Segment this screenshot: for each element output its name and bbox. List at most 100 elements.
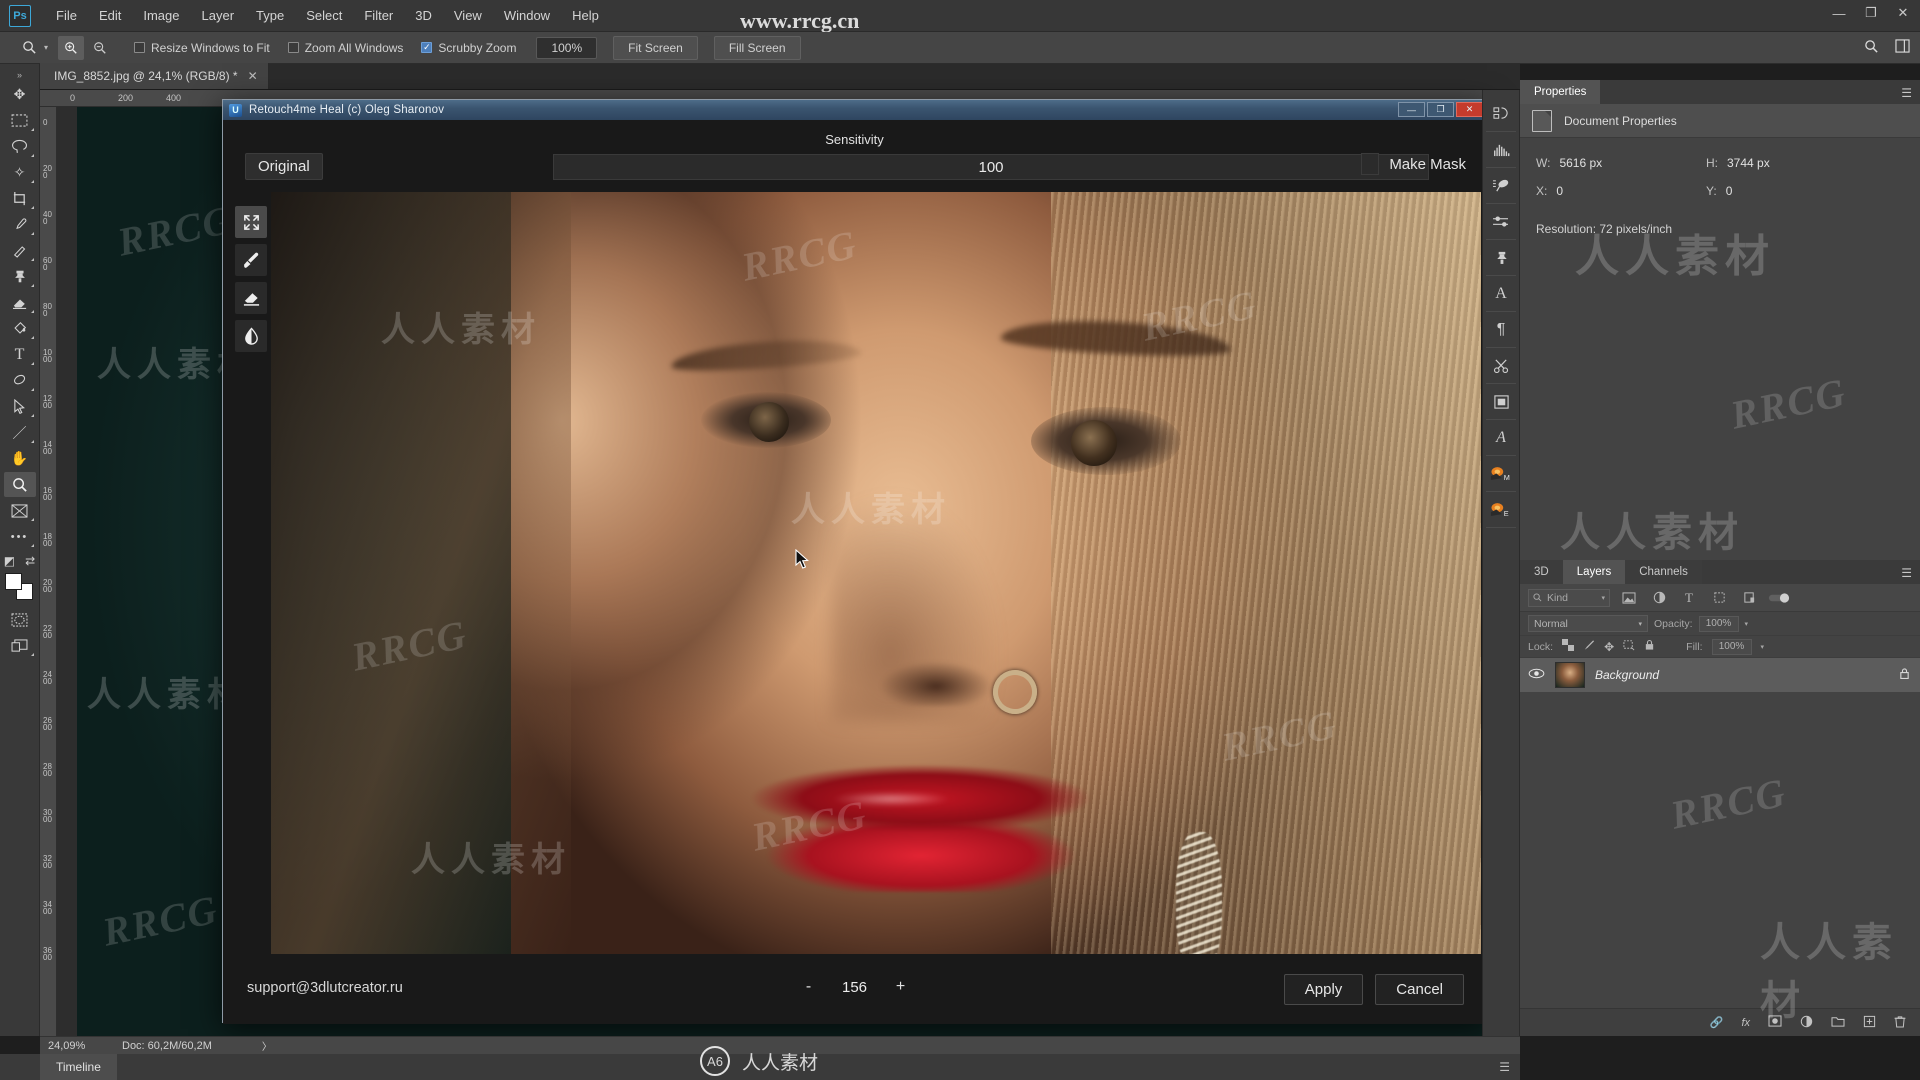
- tool-type[interactable]: T: [4, 342, 36, 367]
- tool-quick-selection[interactable]: ✧: [4, 160, 36, 185]
- zoom-percent-field[interactable]: 100%: [536, 36, 598, 59]
- menu-3d[interactable]: 3D: [404, 4, 443, 27]
- delete-layer-icon[interactable]: [1894, 1015, 1906, 1031]
- status-expand-icon[interactable]: 〉: [212, 1038, 272, 1053]
- support-email[interactable]: support@3dlutcreator.ru: [247, 980, 403, 996]
- search-icon[interactable]: [1864, 39, 1879, 57]
- tab-timeline[interactable]: Timeline: [40, 1054, 117, 1080]
- menu-select[interactable]: Select: [295, 4, 353, 27]
- menu-type[interactable]: Type: [245, 4, 295, 27]
- color-swatches[interactable]: [4, 573, 35, 601]
- cancel-button[interactable]: Cancel: [1375, 974, 1464, 1005]
- height-field[interactable]: H: 3744 px: [1706, 156, 1876, 170]
- menu-image[interactable]: Image: [132, 4, 190, 27]
- collapse-tools-icon[interactable]: »: [17, 68, 22, 82]
- status-zoom-level[interactable]: 24,09%: [40, 1040, 112, 1052]
- preview-image[interactable]: RRCG RRCG 人人素材 人人素材 RRCG RRCG 人人素材 RRCG: [271, 192, 1481, 954]
- layer-kind-filter[interactable]: Kind ▾: [1528, 588, 1610, 607]
- layer-style-icon[interactable]: fx: [1741, 1017, 1750, 1029]
- swap-colors-icon[interactable]: ⇄: [25, 554, 35, 568]
- tool-clone-stamp[interactable]: [4, 264, 36, 289]
- character-icon[interactable]: A: [1486, 276, 1516, 312]
- menu-help[interactable]: Help: [561, 4, 610, 27]
- fit-screen-button[interactable]: Fit Screen: [613, 35, 698, 60]
- histogram-icon[interactable]: [1486, 132, 1516, 168]
- layer-thumbnail[interactable]: [1555, 662, 1585, 688]
- menu-file[interactable]: File: [45, 4, 88, 27]
- dialog-close-button[interactable]: ✕: [1456, 102, 1483, 117]
- status-doc-size[interactable]: Doc: 60,2M/60,2M: [112, 1040, 212, 1052]
- fit-to-screen-tool[interactable]: [235, 206, 267, 238]
- shape-filter-icon[interactable]: [1708, 589, 1730, 607]
- make-mask-checkbox[interactable]: [1361, 153, 1380, 175]
- original-button[interactable]: Original: [245, 153, 323, 180]
- sensitivity-slider[interactable]: 100: [553, 154, 1429, 180]
- resize-windows-to-fit-checkbox[interactable]: Resize Windows to Fit: [134, 41, 270, 55]
- tool-rectangular-marquee[interactable]: [4, 108, 36, 133]
- layer-row[interactable]: Background: [1520, 658, 1920, 692]
- tool-move[interactable]: ✥: [4, 82, 36, 107]
- decrement-button[interactable]: -: [801, 978, 817, 996]
- default-colors-icon[interactable]: ◩: [4, 554, 15, 568]
- history-icon[interactable]: [1486, 96, 1516, 132]
- brush-settings-icon[interactable]: [1486, 168, 1516, 204]
- y-field[interactable]: Y: 0: [1706, 184, 1876, 198]
- layer-visibility-icon[interactable]: [1528, 666, 1545, 684]
- lock-image-icon[interactable]: [1583, 639, 1595, 654]
- tool-spot-healing-brush[interactable]: [4, 238, 36, 263]
- measure-m-icon[interactable]: M: [1486, 456, 1516, 492]
- tool-hand[interactable]: ✋: [4, 446, 36, 471]
- type-filter-icon[interactable]: T: [1678, 589, 1700, 607]
- fill-chevron-down-icon[interactable]: ▾: [1761, 643, 1765, 651]
- panel-menu-icon[interactable]: ☰: [1901, 566, 1912, 580]
- clone-source-icon[interactable]: [1486, 240, 1516, 276]
- tool-artboard[interactable]: [4, 498, 36, 523]
- tool-line-shape[interactable]: ／: [4, 420, 36, 445]
- close-icon[interactable]: ✕: [248, 69, 258, 83]
- chevron-down-icon[interactable]: ▾: [1601, 594, 1605, 602]
- filter-toggle-icon[interactable]: [1768, 589, 1790, 607]
- dialog-maximize-button[interactable]: ❐: [1427, 102, 1454, 117]
- tool-eraser[interactable]: [4, 290, 36, 315]
- workspace-icon[interactable]: [1895, 39, 1910, 56]
- panel-menu-icon[interactable]: ☰: [1499, 1060, 1510, 1074]
- tab-channels[interactable]: Channels: [1625, 560, 1702, 584]
- menu-view[interactable]: View: [443, 4, 493, 27]
- fill-value[interactable]: 100%: [1711, 638, 1752, 655]
- new-group-icon[interactable]: [1831, 1015, 1845, 1030]
- make-mask-control[interactable]: Make Mask: [1361, 153, 1466, 175]
- brush-tool[interactable]: [235, 244, 267, 276]
- tool-path-selection[interactable]: [4, 394, 36, 419]
- width-field[interactable]: W: 5616 px: [1536, 156, 1706, 170]
- adjustment-layer-icon[interactable]: [1800, 1015, 1813, 1031]
- menu-edit[interactable]: Edit: [88, 4, 132, 27]
- tool-preset-chevron-down-icon[interactable]: ▾: [44, 43, 48, 52]
- menu-layer[interactable]: Layer: [191, 4, 246, 27]
- tool-zoom[interactable]: [3, 472, 36, 497]
- measure-e-icon[interactable]: E: [1486, 492, 1516, 528]
- tool-more[interactable]: •••: [4, 524, 36, 549]
- apply-button[interactable]: Apply: [1283, 974, 1364, 1005]
- scissors-icon[interactable]: [1486, 348, 1516, 384]
- library-icon[interactable]: [1486, 384, 1516, 420]
- contrast-tool[interactable]: [235, 320, 267, 352]
- tab-3d[interactable]: 3D: [1520, 560, 1563, 584]
- tool-eyedropper[interactable]: [4, 212, 36, 237]
- new-layer-icon[interactable]: [1863, 1015, 1876, 1031]
- lock-transparent-icon[interactable]: [1562, 639, 1575, 654]
- zoom-in-button[interactable]: [58, 35, 85, 60]
- fill-screen-button[interactable]: Fill Screen: [713, 35, 801, 60]
- zoom-tool-icon[interactable]: [16, 36, 42, 60]
- tool-gradient-paint-bucket[interactable]: [4, 316, 36, 341]
- tool-crop[interactable]: [4, 186, 36, 211]
- document-tab[interactable]: IMG_8852.jpg @ 24,1% (RGB/8) * ✕: [40, 63, 269, 89]
- panel-menu-icon[interactable]: ☰: [1901, 86, 1912, 100]
- opacity-value[interactable]: 100%: [1698, 615, 1739, 632]
- tool-pen[interactable]: [4, 368, 36, 393]
- increment-button[interactable]: +: [893, 978, 909, 996]
- scrubby-zoom-checkbox[interactable]: Scrubby Zoom: [421, 41, 516, 55]
- lock-artboard-icon[interactable]: [1623, 639, 1635, 654]
- maximize-button[interactable]: ❐: [1862, 4, 1880, 22]
- layer-name[interactable]: Background: [1595, 668, 1659, 682]
- layer-mask-icon[interactable]: [1768, 1015, 1782, 1030]
